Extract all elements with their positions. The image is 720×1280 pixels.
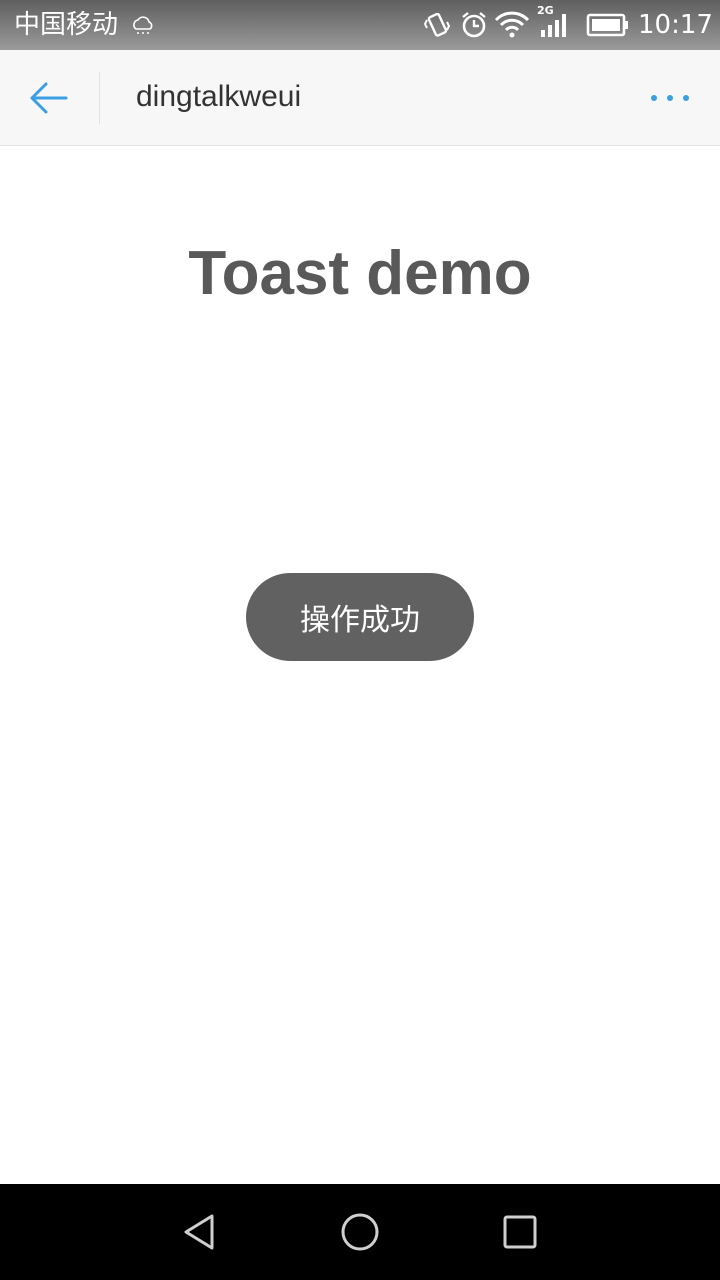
nav-title: dingtalkweui [136, 80, 302, 113]
back-triangle-icon[interactable] [180, 1212, 220, 1252]
status-bar: 中国移动 2G 10:17 [0, 0, 720, 50]
wifi-icon [494, 11, 530, 38]
vibrate-icon [424, 12, 450, 37]
more-horizontal-icon [651, 95, 689, 101]
alarm-icon [462, 12, 486, 38]
arrow-left-icon [30, 82, 68, 114]
home-circle-icon[interactable] [340, 1212, 380, 1252]
recent-square-icon[interactable] [500, 1212, 540, 1252]
page-title: Toast demo [188, 239, 532, 308]
status-time: 10:17 [638, 10, 713, 40]
toast-message: 操作成功 [246, 573, 474, 661]
carrier-name: 中国移动 [14, 10, 119, 40]
more-button[interactable] [646, 86, 694, 110]
back-button[interactable] [22, 76, 74, 120]
weather-cloud-icon [133, 16, 153, 34]
toast-text: 操作成功 [300, 603, 420, 638]
signal-icon [541, 14, 566, 37]
nav-bar: dingtalkweui [0, 50, 720, 146]
nav-divider [99, 72, 100, 124]
battery-icon [586, 13, 628, 37]
